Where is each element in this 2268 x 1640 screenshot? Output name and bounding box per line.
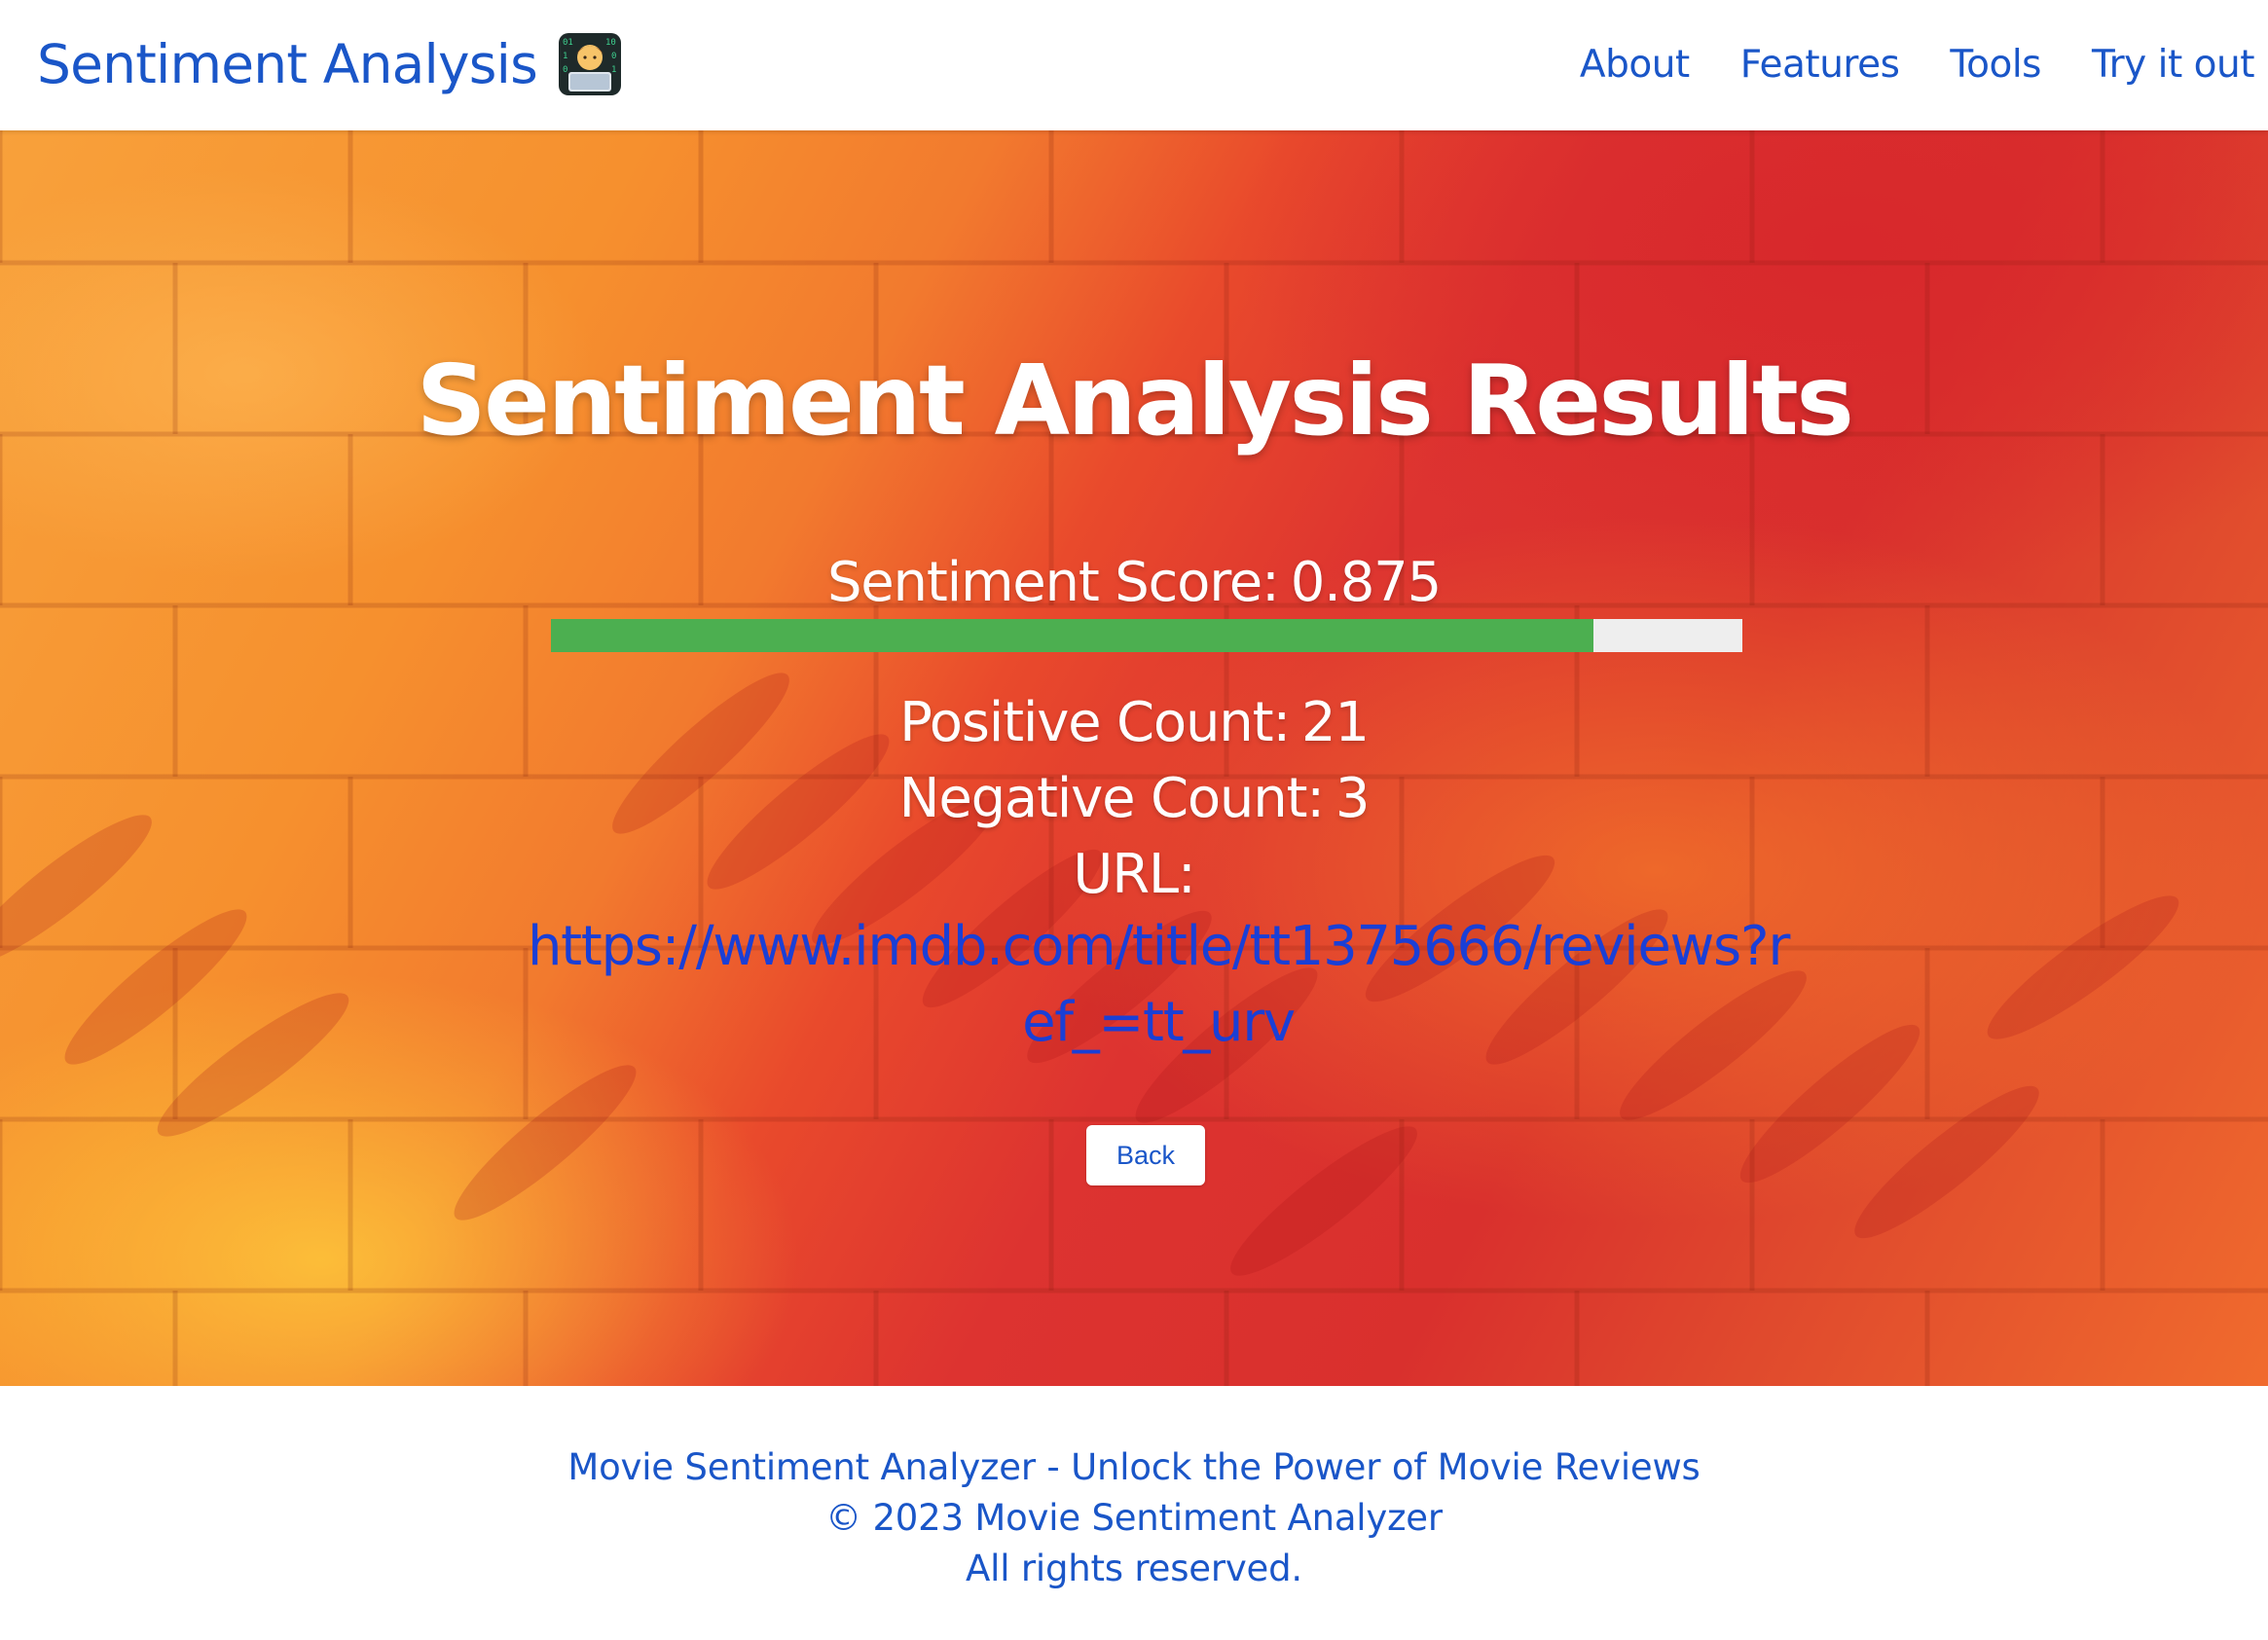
nav-try-it-out[interactable]: Try it out — [2092, 37, 2255, 93]
footer-copyright: © 2023 Movie Sentiment Analyzer — [825, 1497, 1443, 1539]
results-panel: Sentiment Analysis Results Sentiment Sco… — [0, 130, 2268, 1386]
negative-count-value: 3 — [1335, 767, 1371, 830]
negative-count: Negative Count: 3 — [0, 761, 2268, 837]
url-label: URL: — [1073, 843, 1195, 906]
nav-about[interactable]: About — [1580, 37, 1690, 93]
results-hero: Sentiment Analysis Results Sentiment Sco… — [0, 130, 2268, 1386]
results-title: Sentiment Analysis Results — [416, 344, 1854, 457]
svg-text:01: 01 — [563, 38, 573, 48]
sentiment-score-label: Sentiment Score: — [826, 551, 1280, 614]
nav-features[interactable]: Features — [1740, 37, 1900, 93]
sentiment-score-fill — [551, 619, 1593, 652]
svg-text:10: 10 — [605, 38, 616, 48]
page-footer: Movie Sentiment Analyzer - Unlock the Po… — [0, 1386, 2268, 1640]
sentiment-score-value: 0.875 — [1290, 551, 1443, 614]
brand-title: Sentiment Analysis — [37, 33, 538, 95]
nav-tools[interactable]: Tools — [1950, 37, 2041, 93]
svg-text:1: 1 — [563, 52, 567, 61]
negative-count-label: Negative Count: — [898, 767, 1325, 830]
sentiment-score: Sentiment Score: 0.875 — [0, 549, 2268, 617]
technologist-icon: 01 10 10 01 — [557, 31, 623, 97]
main-nav: About Features Tools Try it out — [1529, 37, 2255, 93]
back-button[interactable]: Back — [1086, 1125, 1205, 1185]
positive-count: Positive Count: 21 — [0, 685, 2268, 761]
brand-home-link[interactable]: Sentiment Analysis 01 10 10 01 — [37, 27, 623, 101]
top-navbar: Sentiment Analysis 01 10 10 01 About Feat… — [0, 0, 2268, 130]
svg-text:0: 0 — [563, 65, 567, 75]
sentiment-score-bar — [551, 619, 1742, 652]
svg-text:1: 1 — [611, 65, 616, 75]
svg-text:0: 0 — [611, 52, 616, 61]
positive-count-label: Positive Count: — [899, 691, 1291, 754]
footer-rights: All rights reserved. — [966, 1548, 1302, 1589]
positive-count-value: 21 — [1301, 691, 1370, 754]
footer-tagline: Movie Sentiment Analyzer - Unlock the Po… — [567, 1446, 1701, 1488]
review-url-link[interactable]: https://www.imdb.com/title/tt1375666/rev… — [526, 909, 1791, 1061]
